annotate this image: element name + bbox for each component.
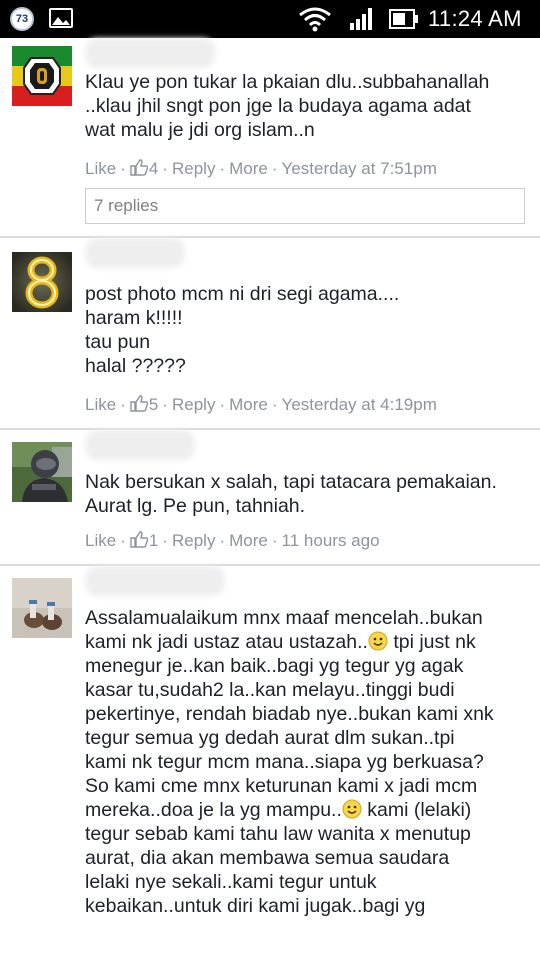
comment-timestamp[interactable]: Yesterday at 7:51pm <box>282 159 437 178</box>
comment-actions: Like · 1 · Reply · More · 11 hours ago <box>85 531 380 550</box>
like-link[interactable]: Like <box>85 159 116 178</box>
avatar[interactable] <box>12 578 72 638</box>
comment-text-line: menegur je..kan baik..bagi yg tegur yg a… <box>85 654 530 678</box>
more-link[interactable]: More <box>229 531 268 550</box>
text-segment: Assalamualaikum mnx maaf mencelah..bukan <box>85 607 483 629</box>
comment-text-line: kami nk tegur mcm mana..siapa yg berkuas… <box>85 750 530 774</box>
comment-text: Nak bersukan x salah, tapi tatacara pema… <box>85 471 497 517</box>
like-link[interactable]: Like <box>85 531 116 550</box>
battery-icon <box>389 9 418 29</box>
like-count: 4 <box>148 159 159 178</box>
smiley-icon <box>368 631 388 651</box>
reply-link[interactable]: Reply <box>172 159 215 178</box>
smiley-icon <box>342 799 362 819</box>
comment-text-line: mereka..doa je la yg mampu.. kami (lelak… <box>85 798 530 822</box>
text-segment: kebaikan..untuk diri kami jugak..bagi yg <box>85 895 426 917</box>
avatar-image <box>12 578 72 638</box>
replies-label: 7 replies <box>94 196 159 215</box>
comment-text-line: tegur semua yg dedah aurat dlm sukan..tp… <box>85 726 530 750</box>
more-link[interactable]: More <box>229 395 268 414</box>
avatar-image <box>12 46 72 106</box>
like-count: 5 <box>148 395 159 414</box>
signal-icon <box>350 8 372 30</box>
comment-actions: Like · 5 · Reply · More · Yesterday at 4:19pm <box>85 395 437 414</box>
view-replies-button[interactable]: 7 replies <box>85 188 525 224</box>
comment-text-line: pekertinye, rendah biadab nye..bukan kam… <box>85 702 530 726</box>
comment-text-line: tegur sebab kami tahu law wanita x menut… <box>85 822 530 846</box>
thumbs-up-icon <box>130 159 148 176</box>
comment-text-line: kasar tu,sudah2 la..kan melayu..tinggi b… <box>85 678 530 702</box>
text-segment: kami nk jadi ustaz atau ustazah.. <box>85 631 368 653</box>
comment-4: Assalamualaikum mnx maaf mencelah..bukan… <box>0 566 540 960</box>
text-segment: kami nk tegur mcm mana..siapa yg berkuas… <box>85 751 484 773</box>
avatar-image <box>12 252 72 312</box>
comment-text-line: Assalamualaikum mnx maaf mencelah..bukan <box>85 606 530 630</box>
avatar[interactable] <box>12 252 72 312</box>
comment-actions: Like · 4 · Reply · More · Yesterday at 7:51pm <box>85 159 437 178</box>
text-segment: tegur sebab kami tahu law wanita x menut… <box>85 823 471 845</box>
text-segment: kami (lelaki) <box>361 799 472 821</box>
avatar[interactable] <box>12 46 72 106</box>
thumbs-up-icon <box>130 531 148 548</box>
wifi-icon <box>299 7 331 32</box>
notification-count-icon: 73 <box>10 7 34 31</box>
reply-link[interactable]: Reply <box>172 531 215 550</box>
thumbs-up-icon <box>130 395 148 412</box>
comment-text: Assalamualaikum mnx maaf mencelah..bukan… <box>85 606 530 918</box>
like-link[interactable]: Like <box>85 395 116 414</box>
comment-timestamp[interactable]: 11 hours ago <box>282 531 380 550</box>
comment-text: Klau ye pon tukar la pkaian dlu..subbaha… <box>85 71 490 141</box>
text-segment: tegur semua yg dedah aurat dlm sukan..tp… <box>85 727 455 749</box>
like-count: 1 <box>148 531 159 550</box>
text-segment: aurat, dia akan membawa semua saudara <box>85 847 450 869</box>
text-segment: pekertinye, rendah biadab nye..bukan kam… <box>85 703 494 725</box>
clock-time: 11:24 AM <box>428 6 522 31</box>
text-segment: menegur je..kan baik..bagi yg tegur yg a… <box>85 655 464 677</box>
comment-timestamp[interactable]: Yesterday at 4:19pm <box>282 395 437 414</box>
author-name-redacted <box>85 238 185 268</box>
comment-3: Nak bersukan x salah, tapi tatacara pema… <box>0 430 540 566</box>
author-name-redacted <box>85 430 195 460</box>
comment-text: post photo mcm ni dri segi agama.... har… <box>85 283 400 377</box>
gallery-notification-icon <box>49 8 73 28</box>
comment-2: post photo mcm ni dri segi agama.... har… <box>0 238 540 430</box>
comment-text-line: So kami cme mnx keturunan kami x jadi mc… <box>85 774 530 798</box>
reply-link[interactable]: Reply <box>172 395 215 414</box>
more-link[interactable]: More <box>229 159 268 178</box>
status-bar: 73 11:24 AM <box>0 0 540 38</box>
author-name-redacted <box>85 566 225 596</box>
comment-text-line: kebaikan..untuk diri kami jugak..bagi yg <box>85 894 530 918</box>
avatar-image <box>12 442 72 502</box>
comment-text-line: aurat, dia akan membawa semua saudara <box>85 846 530 870</box>
avatar[interactable] <box>12 442 72 502</box>
text-segment: So kami cme mnx keturunan kami x jadi mc… <box>85 775 478 797</box>
author-name-redacted <box>85 38 215 68</box>
comment-text-line: kami nk jadi ustaz atau ustazah.. tpi ju… <box>85 630 530 654</box>
text-segment: tpi just nk <box>387 631 476 653</box>
comment-text-line: lelaki nye sekali..kami tegur untuk <box>85 870 530 894</box>
comment-1: Klau ye pon tukar la pkaian dlu..subbaha… <box>0 38 540 238</box>
text-segment: mereka..doa je la yg mampu.. <box>85 799 342 821</box>
text-segment: kasar tu,sudah2 la..kan melayu..tinggi b… <box>85 679 455 701</box>
text-segment: lelaki nye sekali..kami tegur untuk <box>85 871 377 893</box>
